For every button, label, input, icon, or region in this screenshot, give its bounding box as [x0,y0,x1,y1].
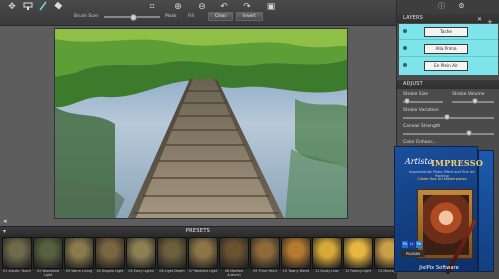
preset-image [126,237,156,269]
preset-thumbnail[interactable]: 10 Tawny Blend [281,237,311,277]
app-window: ✥ ⌗ ⊕ ⊖ ↶ ↷ ▣ Brush Size: Mask Fill Clea… [0,0,499,279]
preset-thumbnail[interactable]: 05 Early Lights [126,237,156,277]
layer-name[interactable]: En Plein Air [424,61,468,71]
toolbar: ✥ ⌗ ⊕ ⊖ ↶ ↷ ▣ Brush Size: Mask Fill Clea… [0,0,396,26]
stroke-variation-label: Stroke Variation [403,108,439,113]
preset-thumbnail[interactable]: 11 Dusty Lilac [312,237,342,277]
box-side [478,150,494,272]
preset-thumbnail[interactable]: 12 Fading Light [343,237,373,277]
preset-label: 02 Woodland Light [36,269,60,277]
preset-label: 03 Warm Living [65,269,93,273]
product-maker: JixiPix Software [419,265,459,271]
painting-image[interactable] [54,28,348,219]
plugin-badge: PLUGIN [401,250,425,257]
clear-button[interactable]: Clear [208,12,234,21]
preset-thumbnail[interactable]: 01 Artistic Touch [2,237,32,277]
stroke-size-slider-handle[interactable] [404,98,410,104]
stroke-volume-slider-handle[interactable] [472,98,479,104]
preset-image [157,237,187,269]
box-front: Artista IMPRESSO Impressionist Photo Eff… [394,146,483,275]
preset-image [95,237,125,269]
preset-thumbnail[interactable]: 02 Woodland Light [33,237,63,277]
stroke-variation-slider-handle[interactable] [443,114,450,120]
product-name: IMPRESSO [431,158,484,168]
invert-button[interactable]: Invert [236,12,263,21]
picture-frame [417,189,473,259]
preset-label: 07 Wedded Light [188,269,218,273]
brush-icon[interactable] [22,1,34,13]
pen-icon[interactable] [37,1,49,13]
delete-layer-icon[interactable]: ✕ [477,16,482,23]
canvas-strength-label: Canvas Strength [403,124,441,129]
preset-label: 04 Dapple Light [96,269,124,273]
preset-thumbnail[interactable]: 08 Mottled Autumn [219,237,249,277]
fill-label[interactable]: Fill [188,14,194,19]
compare-icon[interactable]: ▣ [265,1,277,13]
visibility-dot-icon[interactable] [403,29,407,33]
preset-label: 12 Fading Light [344,269,372,273]
stroke-volume-label: Stroke Volume [452,92,485,97]
preset-image [33,237,63,269]
preset-label: 10 Tawny Blend [282,269,310,273]
canvas-strength-slider-handle[interactable] [465,130,472,136]
preset-thumbnail[interactable]: 06 Light Depth [157,237,187,277]
preset-label: 06 Light Depth [159,269,185,273]
visibility-dot-icon[interactable] [403,63,407,67]
product-brand: Artista [405,157,433,166]
layer-row[interactable]: Tache [399,24,498,40]
canvas-strength-slider[interactable] [403,133,494,135]
eraser-icon[interactable] [52,1,64,13]
preset-image [2,237,32,269]
lightroom-badge-icon: Lr [409,241,415,248]
layers-list: Tache Alla Prima En Plein Air [399,24,498,75]
layers-header[interactable]: LAYERS [397,14,499,23]
photoshop-badge-icon: Ps [402,241,408,248]
panel-top-bar: ⓘ ⚙ [397,0,499,14]
canvas-area [0,26,396,226]
preset-label: 01 Artistic Touch [2,269,32,273]
host-app-badges: Ps Lr Pe [402,241,422,249]
adjust-header[interactable]: ADJUST [397,80,499,89]
preset-image [250,237,280,269]
product-box-image: Artista IMPRESSO Impressionist Photo Eff… [390,140,499,279]
zoom-in-icon[interactable]: ⊕ [172,1,184,13]
layer-row[interactable]: En Plein Air [399,58,498,74]
preset-thumbnail[interactable]: 03 Warm Living [64,237,94,277]
preset-label: 11 Dusty Lilac [314,269,340,273]
preset-image [343,237,373,269]
preset-image [281,237,311,269]
visibility-dot-icon[interactable] [403,46,407,50]
gear-icon[interactable]: ⚙ [457,2,466,11]
product-tagline: Create Your Art Masterpieces [417,177,467,181]
crop-icon[interactable]: ⌗ [146,1,158,13]
stroke-size-label: Stroke Size [403,92,429,97]
preset-image [312,237,342,269]
brush-size-slider-handle[interactable] [130,13,137,21]
presets-header[interactable]: ▾ PRESETS [0,226,396,235]
move-icon[interactable]: ✥ [6,1,18,13]
brush-size-label: Brush Size: [74,14,100,19]
layer-name[interactable]: Tache [424,27,468,37]
preset-image [188,237,218,269]
preset-thumbnail[interactable]: 09 Thick Paint [250,237,280,277]
preset-thumbnail[interactable]: 07 Wedded Light [188,237,218,277]
info-icon[interactable]: ⓘ [437,2,446,11]
preset-image [64,237,94,269]
preset-image [219,237,249,269]
preset-label: 09 Thick Paint [253,269,277,273]
zoom-out-icon[interactable]: ⊖ [196,1,208,13]
layer-row[interactable]: Alla Prima [399,41,498,57]
elements-badge-icon: Pe [416,241,422,248]
chevron-left-icon[interactable]: ◂ [3,217,7,225]
preset-label: 08 Mottled Autumn [224,269,244,277]
preset-thumbnail[interactable]: 04 Dapple Light [95,237,125,277]
mask-label: Mask [165,14,177,19]
layer-name[interactable]: Alla Prima [424,44,468,54]
preset-label: 05 Early Lights [128,269,154,273]
